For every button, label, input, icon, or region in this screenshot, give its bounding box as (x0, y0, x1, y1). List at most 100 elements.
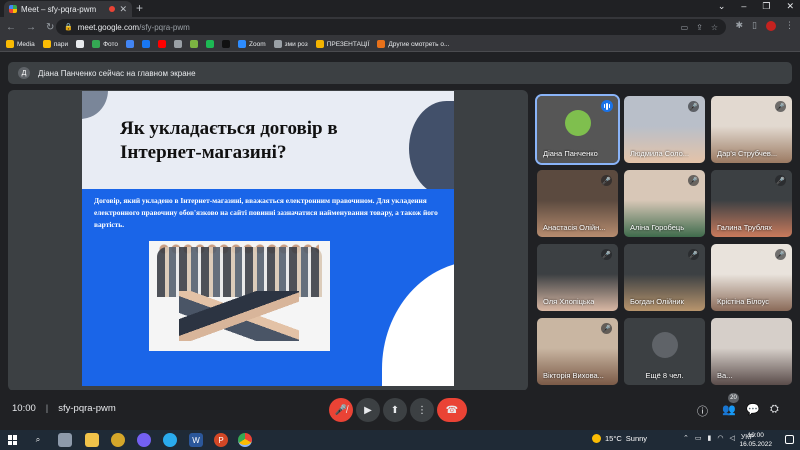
telegram-icon[interactable] (163, 433, 177, 447)
bookmark-item[interactable]: Фото (92, 40, 118, 48)
menu-icon[interactable]: ⋮ (785, 20, 794, 31)
slide-title-line2: Інтернет-магазині? (120, 142, 287, 163)
bookmark-item[interactable]: ПРЕЗЕНТАЦІЇ (315, 40, 369, 48)
participant-tile[interactable]: Діана Панченко (535, 94, 620, 165)
forward-icon[interactable]: → (26, 22, 36, 33)
participant-tile[interactable]: Ва... (711, 318, 792, 385)
notifications-icon[interactable] (785, 435, 794, 444)
address-bar-actions: ▭ ⇪ ☆ (681, 23, 718, 32)
participant-tile[interactable]: 🎤 Дар'я Струбчев... (711, 96, 792, 163)
mic-muted-icon: 🎤 (775, 101, 786, 112)
bookmark-item[interactable]: Zoom (238, 40, 266, 48)
chrome-icon[interactable] (238, 433, 252, 447)
participant-tile[interactable]: 🎤 Аліна Горобець (624, 170, 705, 237)
leave-call-button[interactable]: ☎ (437, 398, 467, 422)
volume-icon[interactable]: ◁ (729, 434, 734, 442)
app-icon (222, 40, 231, 48)
participant-tile[interactable]: 🎤 Людмила Соло... (624, 96, 705, 163)
facebook-icon (142, 40, 151, 48)
word-icon[interactable]: W (189, 433, 203, 447)
activities-icon[interactable]: ⛭ (770, 403, 779, 416)
close-tab-icon[interactable]: ✕ (119, 4, 127, 15)
extensions-icon[interactable]: ✱ (736, 20, 744, 31)
clock-time: 10:00 (747, 432, 764, 439)
network-icon[interactable]: ▭ (695, 434, 702, 442)
participant-name: Вікторія Вихова... (543, 371, 604, 380)
wifi-icon[interactable]: ◠ (717, 434, 723, 442)
bookmark-item[interactable] (206, 40, 215, 48)
address-bar[interactable]: 🔒 meet.google.com/sfy-pqra-pwm ▭ ⇪ ☆ (56, 19, 726, 35)
bookmark-star-icon[interactable]: ☆ (711, 23, 718, 32)
presenting-banner: Д Діана Панченко сейчас на главном экран… (8, 62, 792, 84)
bookmark-icon (174, 40, 183, 48)
participant-tile[interactable]: 🎤 Богдан Олійник (624, 244, 705, 311)
new-tab-button[interactable]: + (136, 1, 143, 15)
weather-widget[interactable]: 15°C Sunny (592, 434, 647, 443)
bookmarks-bar: Media пари Фото Zoom зми роз ПРЕЗЕНТАЦІЇ Други… (0, 37, 800, 52)
more-options-button[interactable]: ⋮ (410, 398, 434, 422)
lock-icon[interactable]: 🔒 (64, 23, 73, 31)
search-icon[interactable]: ⌕ (31, 433, 45, 447)
camera-button[interactable]: ▶ (356, 398, 380, 422)
google-meet-icon (9, 5, 17, 13)
bookmark-item[interactable] (222, 40, 231, 48)
url-path: /sfy-pqra-pwm (139, 22, 190, 32)
camera-in-use-icon[interactable]: ▭ (681, 23, 689, 32)
profile-avatar[interactable] (766, 20, 776, 31)
browser-toolbar: ← → ↻ 🔒 meet.google.com/sfy-pqra-pwm ▭ ⇪… (0, 17, 800, 37)
windows-start-icon[interactable] (8, 435, 18, 445)
bookmark-label: Фото (103, 40, 119, 48)
bookmark-item[interactable]: пари (42, 40, 68, 48)
participant-tile[interactable]: 🎤 Анастасія Олійн... (537, 170, 618, 237)
weather-condition: Sunny (625, 434, 648, 443)
tray-expand-icon[interactable]: ⌃ (683, 434, 689, 442)
window-controls: ⌄ – ❐ ✕ (718, 1, 794, 12)
chat-icon[interactable]: 💬 (746, 403, 760, 416)
bookmark-item[interactable]: зми роз (273, 40, 308, 48)
participant-name: Ва... (717, 371, 733, 380)
minimize-icon[interactable]: – (741, 1, 746, 12)
bookmark-item[interactable] (190, 40, 199, 48)
participant-tile[interactable]: 🎤 Крістіна Білоус (711, 244, 792, 311)
site-icon (377, 40, 386, 48)
participant-name: Ещё 8 чел. (645, 371, 684, 380)
bookmark-item[interactable] (76, 40, 85, 48)
maximize-icon[interactable]: ❐ (762, 1, 770, 12)
close-window-icon[interactable]: ✕ (786, 1, 794, 12)
microphone-off-button[interactable]: 🎤̸ (329, 398, 353, 422)
bookmark-item[interactable] (142, 40, 151, 48)
participant-name: Крістіна Білоус (717, 297, 770, 306)
battery-icon[interactable]: ▮ (708, 434, 712, 442)
youtube-icon (158, 40, 167, 48)
bookmark-item[interactable]: Другие смотреть о... (377, 40, 449, 48)
mic-muted-icon: 🎤 (601, 175, 612, 186)
tab-search-icon[interactable]: ⌄ (718, 1, 726, 12)
system-clock[interactable]: 10:00 16.05.2022 (739, 431, 772, 449)
participant-tile[interactable]: Ещё 8 чел. (624, 318, 705, 385)
meeting-details-icon[interactable]: ⓘ (697, 403, 708, 419)
viber-icon[interactable] (137, 433, 151, 447)
back-icon[interactable]: ← (6, 22, 16, 33)
reload-icon[interactable]: ↻ (46, 22, 54, 33)
task-view-icon[interactable] (58, 433, 72, 447)
toolbar-right: ✱ ▯ ⋮ (736, 20, 794, 31)
folder-icon (42, 40, 51, 48)
bookmark-item[interactable]: Media (6, 40, 35, 48)
participant-count-badge: 20 (728, 393, 739, 403)
powerpoint-icon[interactable]: P (214, 433, 228, 447)
present-now-button[interactable]: ⬆ (383, 398, 407, 422)
bookmark-item[interactable] (126, 40, 135, 48)
share-icon[interactable]: ⇪ (696, 23, 703, 32)
participant-tile[interactable]: 🎤 Галина Трублях (711, 170, 792, 237)
bookmark-item[interactable] (158, 40, 167, 48)
bookmark-item[interactable] (174, 40, 183, 48)
mic-muted-icon: 🎤 (688, 175, 699, 186)
norton-icon[interactable] (111, 433, 125, 447)
file-explorer-icon[interactable] (85, 433, 99, 447)
browser-tab[interactable]: Meet – sfy-pqra-pwm ✕ (4, 1, 132, 17)
reading-list-icon[interactable]: ▯ (752, 20, 757, 31)
people-icon[interactable]: 👥 (722, 403, 736, 416)
participant-tile[interactable]: 🎤 Вікторія Вихова... (537, 318, 618, 385)
presenter-avatar: Д (18, 67, 30, 79)
participant-tile[interactable]: 🎤 Оля Хлопіцька (537, 244, 618, 311)
